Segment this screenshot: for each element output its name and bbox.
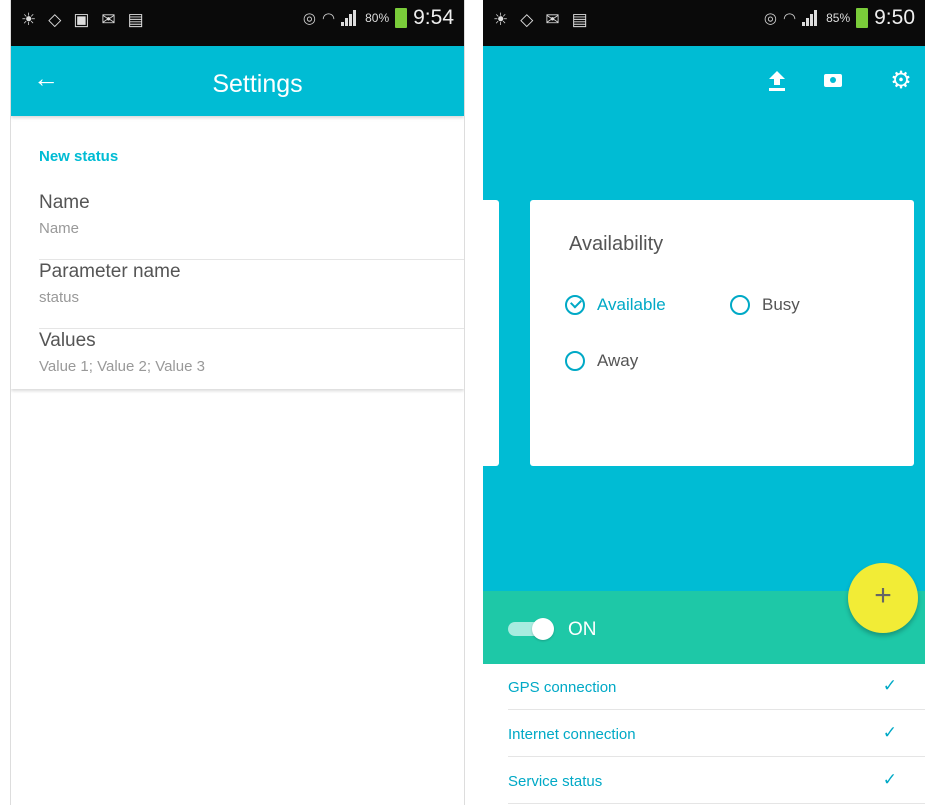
eye-icon: ◎	[302, 10, 316, 27]
battery-icon	[395, 8, 408, 28]
setting-value: Value 1; Value 2; Value 3	[39, 358, 205, 375]
diamond-icon: ◇	[48, 10, 62, 29]
setting-parameter-name[interactable]: Parameter name status	[39, 261, 464, 329]
battery-icon	[856, 8, 869, 28]
option-label: Away	[597, 351, 639, 370]
check-circle-icon	[565, 295, 585, 315]
notification-icons: ☀ ◇ ▣ ✉ ▤	[21, 10, 144, 30]
add-button[interactable]: +	[848, 563, 918, 633]
setting-title: Parameter name	[39, 261, 181, 282]
check-row-service: Service status ✓	[508, 758, 925, 804]
toggle-knob	[532, 618, 554, 640]
signal-icon	[341, 10, 359, 26]
notification-icons: ☀ ◇ ✉ ▤	[493, 10, 588, 30]
check-label: Internet connection	[508, 726, 636, 743]
settings-card: New status Name Name Parameter name stat…	[11, 122, 464, 389]
settings-screen: ☀ ◇ ▣ ✉ ▤ ◎ ◠ 80% 9:54 ← Settings New st…	[10, 0, 465, 805]
check-row-gps: GPS connection ✓	[508, 664, 925, 710]
circle-icon	[565, 351, 585, 371]
mail-icon: ✉	[101, 10, 116, 29]
circle-icon	[730, 295, 750, 315]
diamond-icon: ◇	[520, 10, 534, 29]
check-label: Service status	[508, 773, 603, 790]
file-icon: ▤	[127, 10, 144, 29]
checkmark-icon: ✓	[882, 676, 897, 695]
clock: 9:54	[413, 6, 454, 29]
eye-icon: ◎	[763, 10, 777, 27]
toggle-label: ON	[568, 619, 597, 640]
check-label: GPS connection	[508, 679, 617, 696]
battery-percent: 85%	[826, 11, 851, 25]
service-toggle[interactable]	[508, 618, 554, 640]
setting-value: Name	[39, 220, 80, 237]
check-row-internet: Internet connection ✓	[508, 711, 925, 757]
wifi-icon: ◠	[783, 10, 797, 27]
setting-value: status	[39, 289, 80, 306]
file-icon: ▤	[571, 10, 588, 29]
setting-title: Name	[39, 192, 90, 213]
setting-title: Values	[39, 330, 96, 351]
image-icon: ▣	[73, 10, 90, 29]
availability-card: Availability Available Busy Away	[530, 200, 914, 466]
wifi-icon: ◠	[322, 10, 336, 27]
clock: 9:50	[874, 6, 915, 29]
bulb-icon: ☀	[493, 10, 509, 29]
battery-percent: 80%	[365, 11, 390, 25]
bulb-icon: ☀	[21, 10, 37, 29]
app-bar: ← Settings	[11, 46, 464, 116]
checkmark-icon: ✓	[882, 723, 897, 742]
card-title: Availability	[569, 233, 664, 255]
upload-icon[interactable]	[764, 68, 790, 94]
checkmark-icon: ✓	[882, 770, 897, 789]
status-bar: ☀ ◇ ▣ ✉ ▤ ◎ ◠ 80% 9:54	[11, 0, 464, 46]
section-label: New status	[39, 148, 119, 165]
status-bar: ☀ ◇ ✉ ▤ ◎ ◠ 85% 9:50	[483, 0, 925, 46]
gear-icon[interactable]: ⚙	[888, 68, 914, 94]
signal-icon	[802, 10, 820, 26]
setting-name[interactable]: Name Name	[39, 192, 464, 260]
option-away[interactable]: Away	[565, 351, 638, 371]
previous-card-peek[interactable]	[483, 200, 499, 466]
availability-screen: ☀ ◇ ✉ ▤ ◎ ◠ 85% 9:50 ⚙ Availability Avai…	[483, 0, 925, 805]
option-label: Available	[597, 295, 666, 314]
setting-values[interactable]: Values Value 1; Value 2; Value 3	[39, 330, 464, 398]
option-label: Busy	[762, 295, 800, 314]
camera-icon[interactable]	[821, 68, 847, 94]
page-title: Settings	[212, 70, 303, 98]
option-available[interactable]: Available	[565, 295, 666, 315]
mail-icon: ✉	[545, 10, 560, 29]
option-busy[interactable]: Busy	[730, 295, 800, 315]
